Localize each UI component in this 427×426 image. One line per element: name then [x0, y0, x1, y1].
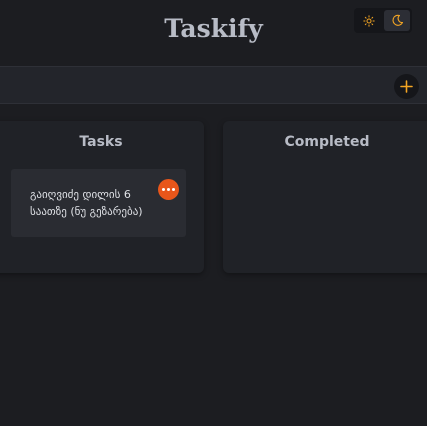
dark-theme-button[interactable] [384, 10, 410, 31]
completed-column-title: Completed [284, 134, 370, 150]
sun-icon [363, 14, 375, 27]
task-text: გაიღვიძე დილის 6 საათზე (ნუ გეზარება) [30, 188, 143, 218]
new-task-bar[interactable] [0, 66, 427, 104]
completed-column: Completed [223, 121, 427, 273]
tasks-column-title: Tasks [79, 134, 123, 150]
light-theme-button[interactable] [356, 10, 382, 31]
task-menu-button[interactable] [158, 179, 179, 200]
moon-icon [392, 14, 403, 26]
task-card[interactable]: გაიღვიძე დილის 6 საათზე (ნუ გეზარება) [11, 169, 186, 237]
plus-icon [400, 80, 413, 93]
theme-toggle[interactable] [354, 8, 412, 33]
more-dots-icon [162, 188, 165, 191]
more-dots-icon [167, 188, 170, 191]
more-dots-icon [172, 188, 175, 191]
app-header: Taskify [0, 0, 427, 66]
add-task-button[interactable] [394, 74, 419, 99]
